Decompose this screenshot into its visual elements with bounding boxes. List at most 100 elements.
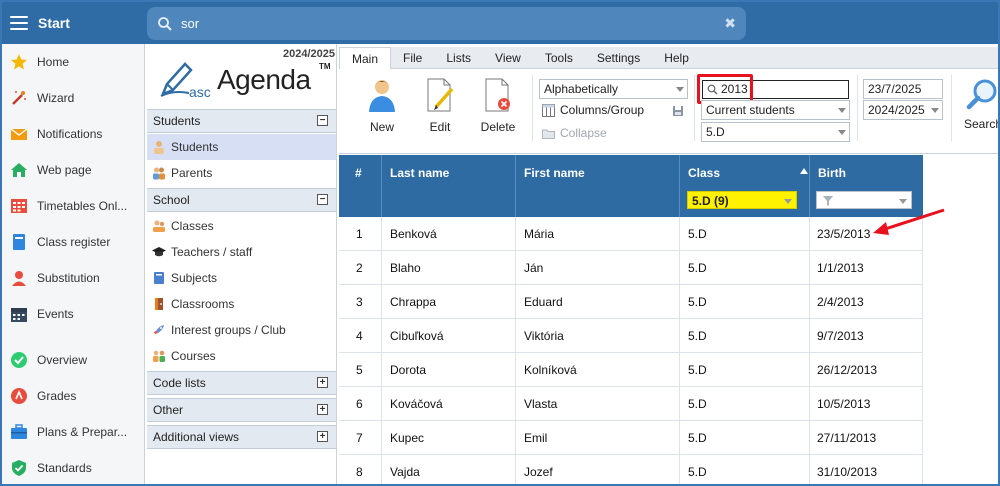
- section-other[interactable]: Other +: [147, 398, 336, 422]
- delete-button[interactable]: Delete: [472, 77, 524, 137]
- sidebar-item-teachers[interactable]: Teachers / staff: [147, 239, 336, 265]
- grid-header: # Last name First name Class Birth 5.D (…: [339, 155, 923, 217]
- table-row[interactable]: 5 Dorota Kolníková 5.D 26/12/2013: [339, 353, 923, 387]
- school-year-value: 2024/2025: [868, 103, 925, 117]
- nav-item-plans[interactable]: Plans & Prepar...: [2, 414, 144, 450]
- row-separator: [809, 251, 810, 285]
- expand-icon[interactable]: +: [317, 431, 328, 442]
- row-separator: [679, 319, 680, 353]
- date-field[interactable]: 23/7/2025: [863, 79, 943, 99]
- nav-item-overview[interactable]: Overview: [2, 342, 144, 378]
- clear-search-icon[interactable]: ✖: [724, 15, 736, 32]
- col-first-name[interactable]: First name: [524, 166, 585, 180]
- col-birth[interactable]: Birth: [818, 166, 846, 180]
- section-school[interactable]: School −: [147, 188, 336, 212]
- sort-ascending-icon: [800, 168, 808, 174]
- collapse-button[interactable]: Collapse: [542, 126, 607, 140]
- col-class[interactable]: Class: [688, 166, 720, 180]
- tab-help[interactable]: Help: [652, 47, 701, 69]
- sidebar-item-classrooms[interactable]: Classrooms: [147, 291, 336, 317]
- table-row[interactable]: 3 Chrappa Eduard 5.D 2/4/2013: [339, 285, 923, 319]
- section-students[interactable]: Students −: [147, 109, 336, 133]
- class-column-filter[interactable]: 5.D (9): [687, 191, 797, 209]
- nav-item-timetables[interactable]: Timetables Onl...: [2, 188, 144, 224]
- sidebar-item-classes[interactable]: Classes: [147, 213, 336, 239]
- collapse-icon[interactable]: −: [317, 194, 328, 205]
- tab-tools[interactable]: Tools: [533, 47, 585, 69]
- hamburger-icon: [10, 16, 28, 30]
- cell-last-name: Dorota: [390, 363, 427, 377]
- sort-select[interactable]: Alphabetically: [539, 79, 688, 99]
- student-icon: [152, 140, 166, 154]
- new-person-icon: [369, 80, 395, 112]
- student-scope-select[interactable]: Current students: [701, 100, 850, 120]
- columns-group-label: Columns/Group: [560, 103, 645, 117]
- school-year-select[interactable]: 2024/2025: [863, 100, 943, 120]
- book-icon: [152, 271, 166, 285]
- cell-class: 5.D: [688, 363, 707, 377]
- door-icon: [152, 297, 166, 311]
- table-row[interactable]: 2 Blaho Ján 5.D 1/1/2013: [339, 251, 923, 285]
- row-separator: [809, 387, 810, 421]
- pencil-logo-icon: [160, 62, 193, 97]
- nav-label: Home: [37, 55, 70, 69]
- col-num[interactable]: #: [355, 166, 362, 180]
- columns-group-button[interactable]: Columns/Group: [542, 103, 644, 117]
- nav-item-class-register[interactable]: Class register: [2, 224, 144, 260]
- nav-item-home[interactable]: Home: [2, 44, 144, 80]
- tab-view[interactable]: View: [483, 47, 533, 69]
- nav-item-standards[interactable]: Standards: [2, 450, 144, 484]
- tab-lists[interactable]: Lists: [434, 47, 483, 69]
- cell-class: 5.D: [688, 465, 707, 479]
- nav-gap: [2, 332, 144, 342]
- row-separator: [809, 217, 810, 251]
- row-separator: [515, 455, 516, 484]
- nav-item-wizard[interactable]: Wizard: [2, 80, 144, 116]
- col-last-name[interactable]: Last name: [390, 166, 449, 180]
- ribbon-toolbar: New Edit Delete Alphabetically Columns/G…: [339, 69, 998, 154]
- expand-icon[interactable]: +: [317, 404, 328, 415]
- tab-file[interactable]: File: [391, 47, 434, 69]
- sidebar-item-parents[interactable]: Parents: [147, 160, 336, 186]
- search-button[interactable]: Search: [961, 77, 998, 137]
- sidebar-item-subjects[interactable]: Subjects: [147, 265, 336, 291]
- cell-first-name: Vlasta: [524, 397, 558, 411]
- delete-label: Delete: [480, 120, 516, 134]
- sidebar-item-students[interactable]: Students: [147, 134, 336, 160]
- cell-last-name: Cibuľková: [390, 329, 444, 343]
- sidebar-item-interest-groups[interactable]: Interest groups / Club: [147, 317, 336, 343]
- nav-item-notifications[interactable]: Notifications: [2, 116, 144, 152]
- table-row[interactable]: 1 Benková Mária 5.D 23/5/2013: [339, 217, 923, 251]
- expand-icon[interactable]: +: [317, 377, 328, 388]
- nav-item-substitution[interactable]: Substitution: [2, 260, 144, 296]
- row-separator: [515, 251, 516, 285]
- cell-birth: 1/1/2013: [817, 261, 864, 275]
- nav-label: Notifications: [37, 127, 103, 141]
- nav-item-grades[interactable]: Grades: [2, 378, 144, 414]
- sidebar-item-courses[interactable]: Courses: [147, 343, 336, 369]
- tab-main[interactable]: Main: [339, 47, 392, 70]
- save-icon[interactable]: [672, 105, 684, 117]
- table-row[interactable]: 8 Vajda Jozef 5.D 31/10/2013: [339, 455, 923, 484]
- register-icon: [10, 233, 28, 251]
- tab-settings[interactable]: Settings: [585, 47, 652, 69]
- nav-item-web-page[interactable]: Web page: [2, 152, 144, 188]
- app-window: Start ✖ Home Wizard Notifications Web pa…: [0, 0, 1000, 486]
- table-row[interactable]: 6 Kováčová Vlasta 5.D 10/5/2013: [339, 387, 923, 421]
- table-row[interactable]: 4 Cibuľková Viktória 5.D 9/7/2013: [339, 319, 923, 353]
- section-additional-views[interactable]: Additional views +: [147, 425, 336, 449]
- col-separator: [679, 155, 680, 217]
- row-separator: [381, 251, 382, 285]
- nav-item-events[interactable]: Events: [2, 296, 144, 332]
- start-button[interactable]: Start: [2, 2, 144, 44]
- class-select[interactable]: 5.D: [701, 122, 850, 142]
- collapse-icon[interactable]: −: [317, 115, 328, 126]
- section-code-lists[interactable]: Code lists +: [147, 371, 336, 395]
- timetable-icon: [10, 197, 28, 215]
- table-row[interactable]: 7 Kupec Emil 5.D 27/11/2013: [339, 421, 923, 455]
- global-search-input[interactable]: [181, 16, 701, 31]
- edit-button[interactable]: Edit: [414, 77, 466, 137]
- section-label: Other: [153, 403, 184, 417]
- new-button[interactable]: New: [356, 77, 408, 137]
- cell-num: 4: [356, 329, 363, 343]
